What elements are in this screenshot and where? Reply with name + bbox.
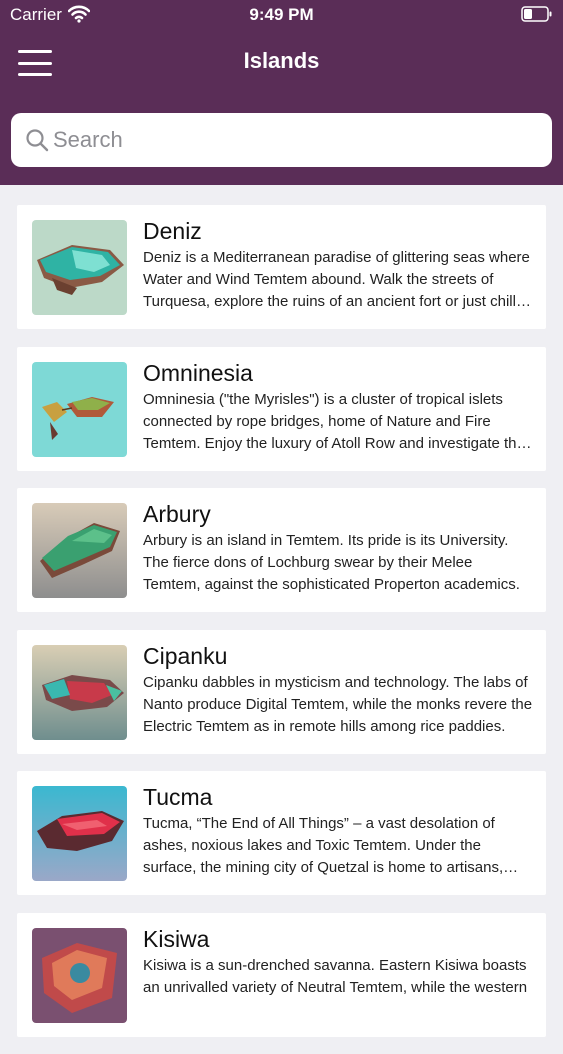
island-name: Arbury (143, 501, 211, 527)
island-description: Cipanku dabbles in mysticism and technol… (143, 673, 533, 735)
island-name: Tucma (143, 784, 213, 810)
island-name: Deniz (143, 218, 202, 244)
island-description: Kisiwa is a sun-drenched savanna. Easter… (143, 956, 528, 996)
search-input[interactable]: Search (11, 113, 552, 167)
island-list: Deniz Deniz is a Mediterranean paradise … (17, 205, 546, 1054)
page-title: Islands (243, 48, 320, 73)
island-description: Arbury is an island in Temtem. Its pride… (143, 532, 520, 593)
status-bar: Carrier 9:49 PM (0, 0, 563, 30)
island-card-tucma[interactable]: Tucma Tucma, “The End of All Things” – a… (17, 771, 546, 895)
nav-bar: Islands (0, 36, 563, 88)
island-description: Omninesia ("the Myrisles") is a cluster … (143, 390, 525, 452)
island-description: Tucma, “The End of All Things” – a vast … (143, 815, 504, 876)
island-thumbnail (32, 220, 127, 315)
island-name: Omninesia (143, 359, 253, 386)
header: Carrier 9:49 PM Islands Search (0, 0, 563, 185)
island-card-deniz[interactable]: Deniz Deniz is a Mediterranean paradise … (17, 205, 546, 329)
island-name: Kisiwa (143, 925, 210, 952)
island-thumbnail (32, 927, 127, 1023)
island-thumbnail (32, 644, 127, 740)
island-thumbnail (32, 503, 127, 598)
search-icon (26, 129, 49, 152)
island-card-omninesia[interactable]: Omninesia Omninesia ("the Myrisles") is … (17, 346, 546, 471)
island-card-arbury[interactable]: Arbury Arbury is an island in Temtem. It… (17, 488, 546, 612)
island-thumbnail (32, 361, 127, 457)
island-card-kisiwa[interactable]: Kisiwa Kisiwa is a sun-drenched savanna.… (17, 912, 546, 1037)
island-thumbnail (32, 786, 127, 881)
island-description: Deniz is a Mediterranean paradise of gli… (143, 249, 530, 310)
status-time: 9:49 PM (249, 5, 314, 24)
battery-icon (521, 6, 552, 22)
island-card-cipanku[interactable]: Cipanku Cipanku dabbles in mysticism and… (17, 629, 546, 754)
search-placeholder: Search (53, 127, 123, 152)
island-name: Cipanku (143, 642, 228, 669)
